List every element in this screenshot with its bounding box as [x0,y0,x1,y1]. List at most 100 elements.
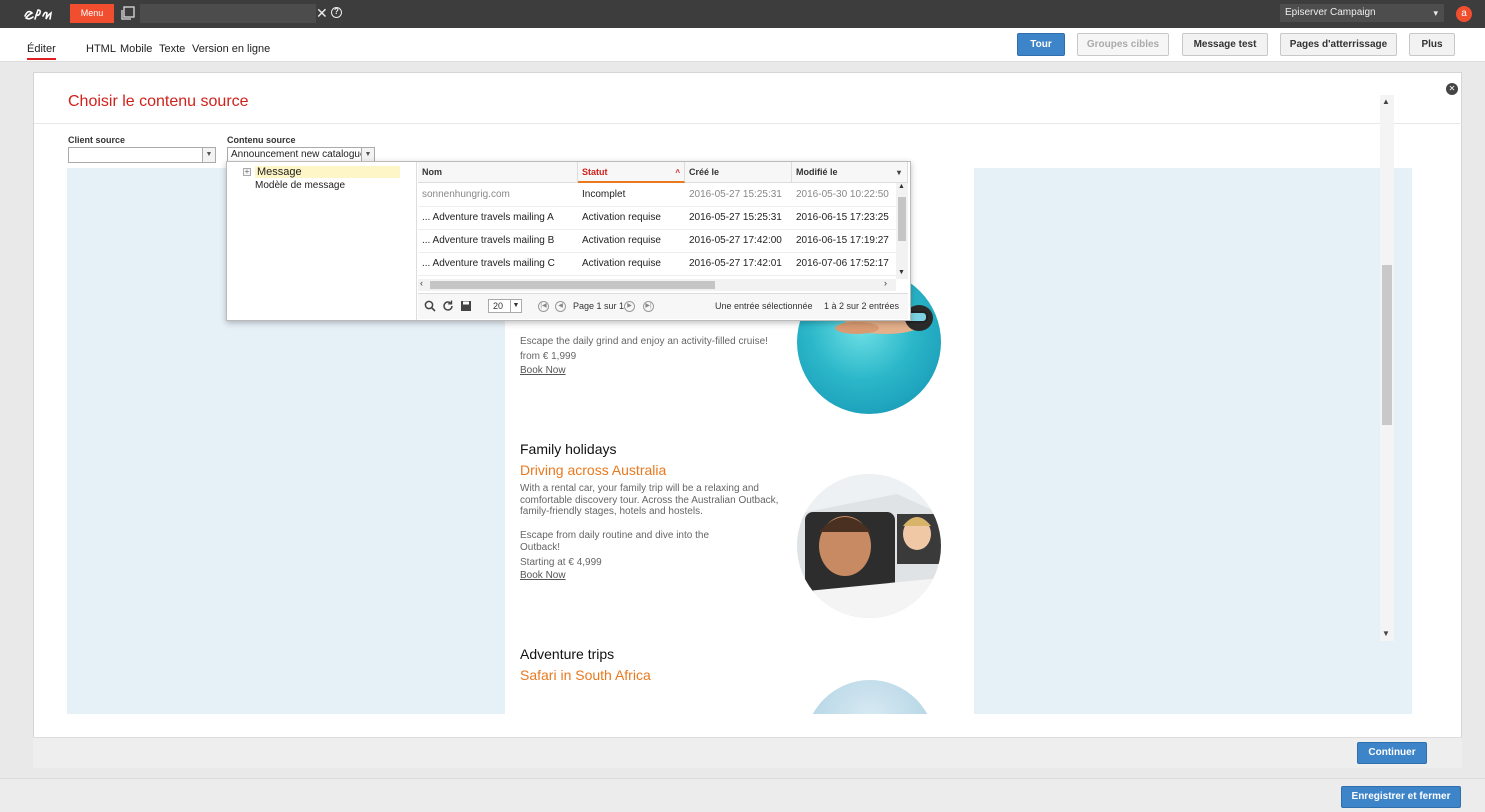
clear-icon[interactable]: ✕ [316,5,328,21]
app-selector[interactable]: Episerver Campaign ▾ [1280,4,1444,22]
chevron-down-icon[interactable]: ▼ [510,300,521,312]
client-source-select[interactable]: ▼ [68,147,216,163]
tree-item-message-template[interactable]: Modèle de message [255,180,345,191]
table-row[interactable]: ... Adventure travels mailing C Activati… [418,253,896,276]
cell-modified: 2016-06-15 17:23:25 [796,212,889,223]
top-bar: Menu ✕ ? Episerver Campaign ▾ a [0,0,1485,28]
family-book-link[interactable]: Book Now [520,570,566,581]
cruise-book-link[interactable]: Book Now [520,365,566,376]
column-header-status-label: Statut [582,167,608,177]
target-groups-button[interactable]: Groupes cibles [1077,33,1169,56]
first-page-icon[interactable]: |◀ [538,301,549,312]
avatar[interactable]: a [1456,6,1472,22]
next-page-icon[interactable]: ▶ [624,301,635,312]
cruise-teaser: Escape the daily grind and enjoy an acti… [520,336,768,347]
cell-created: 2016-05-27 15:25:31 [689,212,782,223]
cell-name: ... Adventure travels mailing A [422,212,554,223]
family-body-2: comfortable discovery tour. Across the A… [520,495,779,506]
content-source-value: Announcement new catalogue [231,149,366,160]
tab-edit[interactable]: Éditer [27,43,56,60]
selection-info: Une entrée sélectionnée [715,301,813,311]
cruise-price: from € 1,999 [520,351,577,362]
column-header-name[interactable]: Nom [418,162,578,183]
pages-icon[interactable] [121,6,135,20]
chevron-down-icon[interactable]: ▾ [897,162,901,183]
chevron-up-icon[interactable]: ▲ [898,183,905,190]
chevron-down-icon[interactable]: ▼ [898,269,905,276]
chevron-down-icon[interactable]: ▼ [361,148,374,162]
refresh-icon[interactable] [442,300,454,312]
tree-item-message[interactable]: Message [255,166,400,178]
search-input[interactable] [140,4,316,23]
close-icon[interactable]: ✕ [1446,83,1458,95]
previous-page-icon[interactable]: ◀ [555,301,566,312]
table-row[interactable]: ... Adventure travels mailing A Activati… [418,207,896,230]
scrollbar-thumb[interactable] [898,197,906,241]
page-size-select[interactable]: 20 ▼ [488,299,522,313]
family-body-3: family-friendly stages, hotels and hoste… [520,506,703,517]
chevron-down-icon[interactable]: ▼ [1382,629,1390,638]
test-message-button[interactable]: Message test [1182,33,1268,56]
dialog-footer: Continuer [33,737,1462,768]
cell-name: ... Adventure travels mailing B [422,235,555,246]
continue-button[interactable]: Continuer [1357,742,1427,764]
content-source-picker: + Message Modèle de message Nom Statut ^… [226,161,911,321]
page-info: Page 1 sur 1 [573,301,625,311]
column-header-modified-label: Modifié le [796,167,838,177]
cell-status: Activation requise [582,258,661,269]
episerver-logo[interactable] [22,4,62,24]
chevron-right-icon[interactable]: › [884,278,887,288]
app-selector-value: Episerver Campaign [1285,7,1376,18]
grid-horizontal-scrollbar[interactable]: ‹ › [418,278,896,291]
save-icon[interactable] [460,300,472,312]
column-header-modified[interactable]: Modifié le ▾ [792,162,908,183]
save-and-close-button[interactable]: Enregistrer et fermer [1341,786,1461,808]
more-button[interactable]: Plus [1409,33,1455,56]
cell-modified: 2016-06-15 17:19:27 [796,235,889,246]
table-row[interactable]: ... Adventure travels mailing B Activati… [418,230,896,253]
sort-asc-icon: ^ [675,168,680,177]
tour-button[interactable]: Tour [1017,33,1065,56]
cell-created: 2016-05-27 17:42:01 [689,258,782,269]
chevron-left-icon[interactable]: ‹ [420,278,423,288]
table-row[interactable]: sonnenhungrig.com Incomplet 2016-05-27 1… [418,184,896,207]
category-tree: + Message Modèle de message [227,162,417,320]
scrollbar-thumb[interactable] [1382,265,1392,425]
tab-html[interactable]: HTML [86,43,116,55]
chevron-down-icon[interactable]: ▼ [202,148,215,162]
adventure-heading: Adventure trips [520,646,615,662]
landing-pages-button[interactable]: Pages d'atterrissage [1280,33,1397,56]
menu-button[interactable]: Menu [70,4,114,23]
page-size-value: 20 [493,301,504,311]
family-body-1: With a rental car, your family trip will… [520,483,759,494]
safari-image [805,680,935,714]
content-source-label: Contenu source [227,135,296,145]
tab-online-version[interactable]: Version en ligne [192,43,270,55]
scrollbar-thumb[interactable] [430,281,715,289]
editor-toolbar: Éditer HTML Mobile Texte Version en lign… [0,28,1485,62]
entry-count: 1 à 2 sur 2 entrées [824,301,900,311]
divider [34,123,1463,124]
family-body-4: Escape from daily routine and dive into … [520,530,709,541]
family-heading: Family holidays [520,441,617,457]
help-icon[interactable]: ? [331,7,342,18]
expand-icon[interactable]: + [243,168,251,176]
last-page-icon[interactable]: ▶| [643,301,654,312]
dialog-title: Choisir le contenu source [68,93,249,110]
column-header-created[interactable]: Créé le [685,162,792,183]
preview-scrollbar[interactable]: ▲ ▼ [1380,95,1394,641]
tab-text[interactable]: Texte [159,43,185,55]
cell-status: Activation requise [582,235,661,246]
tab-mobile[interactable]: Mobile [120,43,152,55]
chevron-up-icon[interactable]: ▲ [1382,97,1390,106]
family-price: Starting at € 4,999 [520,557,602,568]
search-icon[interactable] [424,300,436,312]
family-body-5: Outback! [520,542,561,553]
cell-name: sonnenhungrig.com [422,189,510,200]
chevron-down-icon: ▾ [1433,8,1438,18]
grid-vertical-scrollbar[interactable]: ▲ ▼ [896,183,908,279]
page-footer: Enregistrer et fermer [0,778,1485,812]
cell-modified: 2016-07-06 17:52:17 [796,258,889,269]
column-header-status[interactable]: Statut ^ [578,162,685,183]
cell-status: Incomplet [582,189,626,200]
